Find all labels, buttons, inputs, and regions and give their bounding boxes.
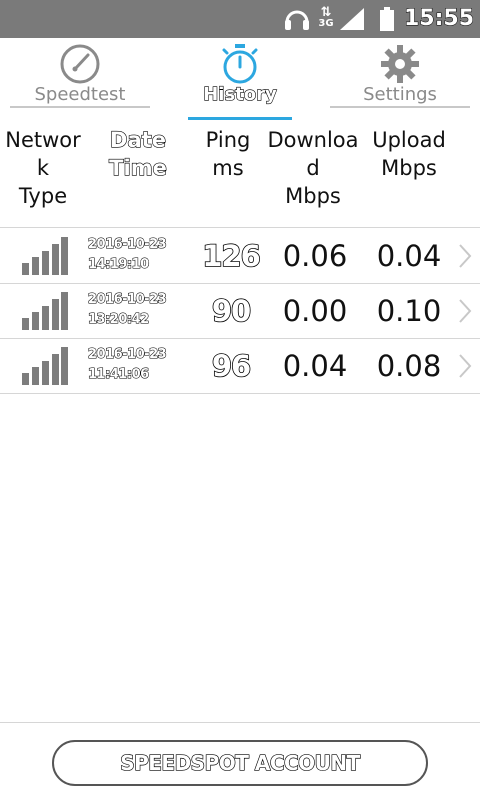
signal-strength-icon (22, 347, 68, 385)
row-datetime: 2016-10-23 14:19:10 (87, 235, 167, 275)
row-time: 14:19:10 (87, 256, 149, 272)
row-upload: 0.08 (376, 349, 442, 383)
footer-divider (0, 722, 480, 723)
row-ping: 126 (201, 238, 261, 274)
row-date: 2016-10-23 (87, 291, 167, 307)
status-time: 15:55 (403, 6, 475, 32)
column-header-date-time[interactable]: Date Time (96, 126, 180, 182)
network-type-label: 3G (318, 18, 334, 29)
signal-strength-icon (22, 292, 68, 330)
row-ping: 90 (211, 293, 252, 329)
row-download: 0.06 (282, 239, 348, 273)
row-upload: 0.10 (376, 294, 442, 328)
chevron-right-icon (459, 299, 472, 323)
row-datetime: 2016-10-23 13:20:42 (87, 290, 167, 330)
chevron-right-icon (459, 354, 472, 378)
data-arrows-icon: ⇅ 3G (314, 6, 338, 34)
tab-settings[interactable]: Settings (320, 38, 480, 108)
chevron-right-icon (459, 244, 472, 268)
row-time: 11:41:06 (87, 366, 149, 382)
row-time: 13:20:42 (87, 311, 149, 327)
tab-label: Settings (363, 84, 437, 105)
row-download: 0.04 (282, 349, 348, 383)
tab-bar: Speedtest History Settings (0, 38, 480, 120)
speedometer-icon (60, 44, 100, 84)
column-header-ping[interactable]: Ping ms (192, 126, 264, 182)
battery-icon (380, 7, 394, 31)
tab-label: History (203, 83, 278, 105)
row-date: 2016-10-23 (87, 236, 167, 252)
row-ping: 96 (211, 348, 252, 384)
row-datetime: 2016-10-23 11:41:06 (87, 345, 167, 385)
row-upload: 0.04 (376, 239, 442, 273)
table-row[interactable]: 2016-10-23 13:20:42 90 0.00 0.10 (0, 284, 480, 339)
column-header-upload[interactable]: Upload Mbps (366, 126, 452, 182)
row-download: 0.00 (282, 294, 348, 328)
signal-strength-icon (22, 237, 68, 275)
column-header-network-type[interactable]: Networ k Type (2, 126, 84, 210)
table-header: Networ k Type Date Time Ping ms Downloa … (0, 118, 480, 228)
status-bar: ⇅ 3G 15:55 (0, 0, 480, 38)
signal-icon (340, 8, 364, 30)
column-header-download[interactable]: Downloa d Mbps (264, 126, 362, 210)
table-row[interactable]: 2016-10-23 11:41:06 96 0.04 0.08 (0, 339, 480, 394)
stopwatch-icon (222, 44, 258, 84)
tab-label: Speedtest (34, 84, 126, 105)
tab-speedtest[interactable]: Speedtest (0, 38, 160, 108)
gear-icon (381, 45, 419, 83)
headset-icon (285, 10, 309, 30)
row-date: 2016-10-23 (87, 346, 167, 362)
table-row[interactable]: 2016-10-23 14:19:10 126 0.06 0.04 (0, 229, 480, 284)
tab-history[interactable]: History (160, 38, 320, 120)
tab-underline (10, 106, 150, 108)
tab-underline (330, 106, 470, 108)
speedspot-account-button[interactable]: SPEEDSPOT ACCOUNT (52, 740, 428, 786)
